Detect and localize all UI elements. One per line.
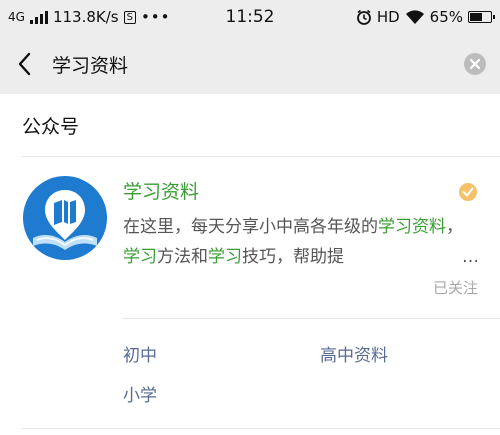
- clear-search-button[interactable]: [464, 53, 486, 75]
- alarm-icon: [356, 9, 371, 25]
- search-input[interactable]: 学习资料: [52, 51, 128, 78]
- search-results: 公众号 学习资料 在这里，每天分享小中高各年级的学习资料，学习方法和学习技巧，帮…: [0, 94, 500, 435]
- highlight-term: 学习: [123, 247, 157, 267]
- section-divider: [22, 156, 500, 157]
- highlight-term: 学习: [378, 217, 412, 237]
- clear-circle-icon: [469, 58, 481, 70]
- battery-icon: [468, 11, 495, 23]
- highlight-term: 资料: [412, 217, 446, 237]
- description-text: 技巧，帮助提: [242, 247, 344, 267]
- hd-indicator: HD: [376, 8, 400, 26]
- description-text: 在这里，每天分享小中高各年级的: [123, 217, 378, 237]
- status-right: HD 65%: [356, 8, 495, 26]
- menu-item-senior-high-materials[interactable]: 高中资料: [320, 341, 388, 366]
- section-title: 公众号: [22, 116, 80, 138]
- verified-badge-icon: [459, 183, 477, 201]
- battery-percent: 65%: [429, 8, 463, 26]
- description-text: 方法和: [157, 247, 208, 267]
- description-text: ，: [446, 217, 463, 237]
- account-name: 学习资料: [123, 181, 200, 203]
- chevron-left-icon: [18, 52, 31, 76]
- bottom-divider: [22, 428, 500, 429]
- search-header: 学习资料: [0, 34, 500, 94]
- status-bar: 4G 113.8K/s S ••• 11:52 HD 65%: [0, 0, 500, 34]
- menu-item-primary-school[interactable]: 小学: [123, 381, 157, 406]
- menu-item-junior-high[interactable]: 初中: [123, 341, 157, 366]
- wifi-icon: [405, 10, 424, 24]
- followed-status: 已关注: [432, 279, 478, 297]
- description-ellipsis: …: [460, 242, 479, 272]
- highlight-term: 学习: [208, 247, 242, 267]
- battery-fill: [470, 13, 483, 21]
- account-logo-icon: [23, 176, 107, 260]
- menu-divider: [122, 318, 500, 319]
- account-description: 在这里，每天分享小中高各年级的学习资料，学习方法和学习技巧，帮助提…: [123, 212, 479, 272]
- back-button[interactable]: [14, 50, 38, 78]
